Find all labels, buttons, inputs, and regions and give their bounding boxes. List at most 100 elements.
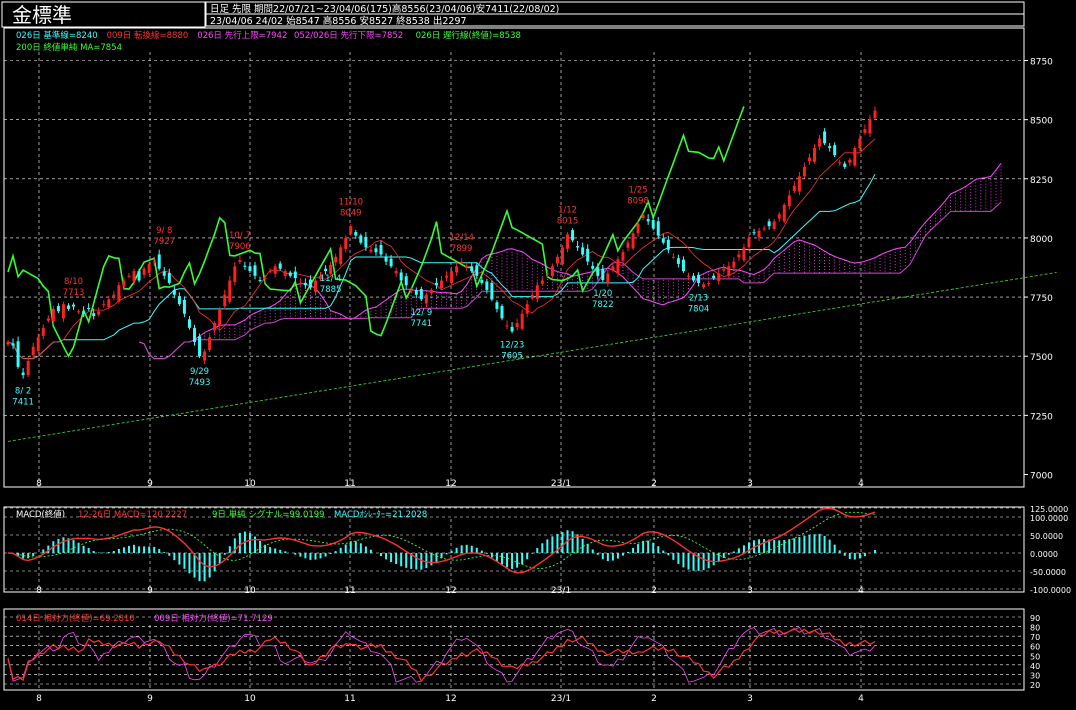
main-legend-4: 026日 遅行線(終値)=8538 (416, 30, 521, 41)
price-ytick-label: 7000 (1030, 472, 1053, 482)
candle-body (470, 266, 474, 272)
price-xtick-label: 23/1 (551, 479, 571, 489)
candle-body (797, 176, 801, 192)
macd-legend-0: MACD(終値) (16, 509, 65, 520)
main-legend-1: 009日 転換線=8880 (107, 30, 189, 41)
price-ytick-label: 8750 (1030, 58, 1053, 68)
main-legend-2: 026日 先行上限=7942 (197, 30, 287, 41)
low-label-date: 11/ 4 (320, 274, 342, 284)
macd-ytick-label: -50.0000 (1030, 568, 1066, 577)
candle-body (238, 260, 242, 263)
candle-body (172, 289, 176, 295)
candle-body (82, 311, 86, 314)
candle-body (369, 249, 373, 252)
candle-body (505, 325, 509, 327)
candle-body (752, 232, 756, 234)
candle-body (525, 304, 529, 314)
low-label-value: 7493 (189, 378, 211, 388)
rsi-xtick-label: 11 (344, 694, 355, 704)
candle-body (31, 346, 35, 356)
rsi-ytick-label: 70 (1030, 633, 1040, 642)
candle-body (545, 273, 549, 275)
macd-xtick-label: 10 (244, 586, 256, 596)
rsi-ytick-label: 30 (1030, 671, 1040, 680)
candle-body (762, 228, 766, 230)
candle-body (626, 242, 630, 248)
candle-body (757, 230, 761, 238)
rsi-xtick-label: 3 (747, 694, 753, 704)
candle-body (434, 282, 438, 286)
candle-body (838, 162, 842, 164)
candle-body (868, 119, 872, 134)
candle-body (152, 261, 156, 263)
candle-body (72, 304, 76, 307)
low-label-value: 7741 (411, 319, 433, 329)
rsi-xtick-label: 2 (651, 694, 657, 704)
high-label-date: 9/ 8 (156, 226, 172, 236)
candle-body (243, 265, 247, 267)
candle-body (97, 311, 101, 315)
high-label-date: 8/10 (64, 277, 83, 287)
high-label-value: 8015 (557, 216, 579, 226)
candle-body (122, 280, 126, 287)
candle-body (278, 263, 282, 269)
rsi-xtick-label: 12 (445, 694, 456, 704)
candle-body (772, 221, 776, 229)
high-label-value: 7927 (153, 237, 175, 247)
candle-body (87, 307, 91, 309)
candle-body (828, 146, 832, 149)
candle-body (515, 323, 519, 328)
candle-body (666, 239, 670, 250)
price-xtick-label: 12 (445, 479, 456, 489)
candle-body (389, 258, 393, 267)
main-legend-3: 052/026日 先行下限=7852 (294, 30, 403, 41)
candle-body (823, 131, 827, 144)
macd-legend-3: MACDｵｼﾚｰﾀｰ=21.2028 (334, 510, 427, 520)
candle-body (737, 254, 741, 258)
candle-body (802, 166, 806, 177)
candle-body (298, 282, 302, 284)
candle-body (606, 273, 610, 283)
candle-body (676, 258, 680, 264)
candle-body (117, 285, 121, 302)
candle-body (308, 279, 312, 288)
candle-body (550, 266, 554, 277)
candle-body (268, 271, 272, 273)
candle-body (394, 271, 398, 274)
candle-body (807, 157, 811, 162)
rsi-ytick-label: 20 (1030, 681, 1040, 690)
candle-body (520, 313, 524, 329)
candle-body (127, 275, 131, 277)
candle-body (329, 265, 333, 274)
candle-body (177, 296, 181, 305)
low-label-value: 7804 (688, 304, 710, 314)
rsi-xtick-label: 4 (858, 694, 864, 704)
candle-body (510, 326, 514, 332)
candle-body (777, 214, 781, 219)
candle-body (36, 337, 40, 352)
candle-body (863, 129, 867, 133)
candle-body (702, 284, 706, 288)
header-period: 日足 先限 期間22/07/21~23/04/06(175)高8556(23/0… (210, 3, 559, 15)
candle-body (263, 278, 267, 280)
price-xtick-label: 10 (244, 479, 256, 489)
rsi-ytick-label: 80 (1030, 624, 1040, 633)
candle-body (132, 271, 136, 282)
candle-body (258, 280, 262, 282)
rsi-xtick-label: 23/1 (551, 694, 571, 704)
candle-body (313, 280, 317, 292)
high-label-value: 7713 (63, 288, 85, 298)
high-label-value: 8049 (340, 208, 362, 218)
macd-xtick-label: 12 (445, 586, 456, 596)
low-label-date: 8/ 2 (15, 386, 31, 396)
candle-body (611, 266, 615, 271)
candle-body (455, 266, 459, 273)
candle-body (661, 238, 665, 243)
high-label-date: 10/ 7 (229, 231, 251, 241)
candle-body (102, 304, 106, 306)
candle-body (787, 195, 791, 207)
candle-body (727, 266, 731, 276)
candle-body (137, 271, 141, 281)
candle-body (555, 256, 559, 264)
candle-body (21, 372, 25, 376)
